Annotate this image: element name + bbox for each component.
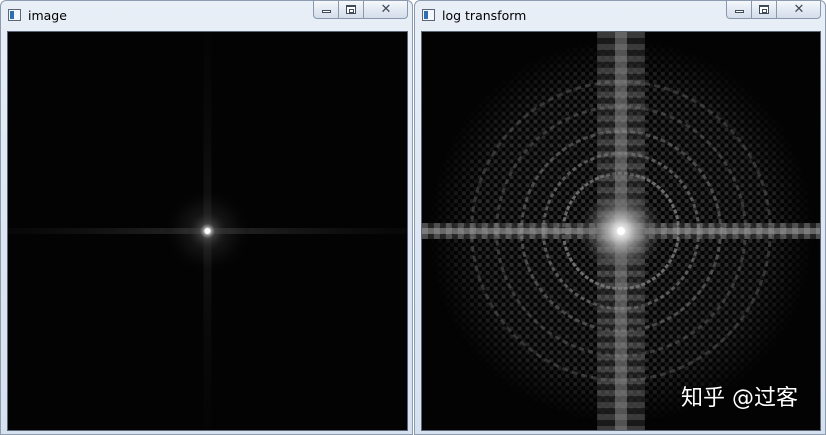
close-icon: ✕: [793, 2, 805, 17]
log-spectrum-image: [422, 32, 820, 430]
app-icon: [422, 9, 435, 21]
app-icon: [8, 9, 21, 21]
window-title: image: [28, 8, 67, 23]
watermark: 知乎 @过客: [681, 386, 798, 411]
close-button[interactable]: ✕: [777, 1, 821, 19]
log-transform-window: log transform ✕ 知乎 @过客: [414, 0, 826, 435]
image-canvas: [7, 31, 408, 431]
maximize-button[interactable]: [339, 1, 364, 19]
window-controls: ✕: [313, 1, 408, 21]
window-title: log transform: [442, 8, 527, 23]
close-icon: ✕: [380, 2, 392, 17]
window-controls: ✕: [726, 1, 821, 21]
minimize-icon: [322, 10, 331, 13]
log-transform-canvas: 知乎 @过客: [421, 31, 821, 431]
image-window: image ✕: [0, 0, 413, 435]
minimize-button[interactable]: [313, 1, 339, 19]
minimize-icon: [735, 10, 744, 13]
maximize-button[interactable]: [752, 1, 777, 19]
maximize-icon: [759, 5, 769, 14]
spectrum-image: [8, 32, 407, 430]
title-bar[interactable]: image ✕: [1, 1, 412, 31]
minimize-button[interactable]: [726, 1, 752, 19]
close-button[interactable]: ✕: [364, 1, 408, 19]
title-bar[interactable]: log transform ✕: [415, 1, 825, 31]
maximize-icon: [346, 5, 356, 14]
